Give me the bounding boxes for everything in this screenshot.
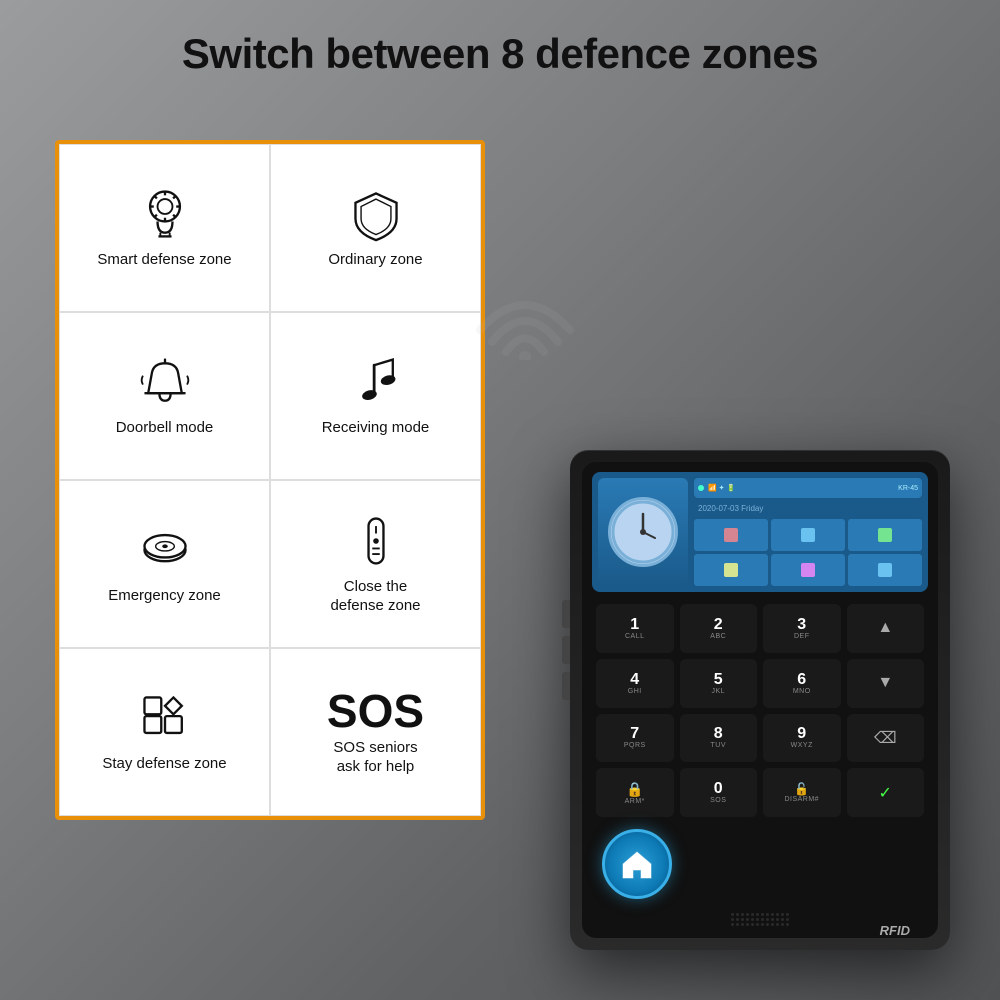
page-title-area: Switch between 8 defence zones (0, 30, 1000, 78)
key-back[interactable]: ⌫ (847, 714, 925, 763)
stay-defense-label: Stay defense zone (102, 754, 226, 774)
key-7[interactable]: 7PQRS (596, 714, 674, 763)
cell-ordinary-zone: Ordinary zone (270, 144, 481, 312)
emergency-zone-label: Emergency zone (108, 586, 221, 606)
speaker-grille: // Generate speaker dots inline - handle… (731, 913, 789, 926)
home-icon (619, 846, 655, 882)
screen-app-buttons (694, 519, 922, 586)
ordinary-zone-label: Ordinary zone (328, 250, 422, 270)
keypad: 1CALL 2ABC 3DEF ▲ 4GHI 5JKL 6MNO ▼ (592, 600, 928, 821)
device-screen: 📶 ✦ 🔋 KR-45 2020-07-03 Friday (592, 472, 928, 592)
screen-btn-6[interactable] (848, 554, 922, 586)
clock-display (598, 478, 688, 586)
smoke-detector-icon (137, 522, 193, 578)
key-1[interactable]: 1CALL (596, 604, 674, 653)
cell-stay-defense: Stay defense zone (59, 648, 270, 816)
remote-icon (348, 513, 404, 569)
cell-emergency-zone: Emergency zone (59, 480, 270, 648)
receiving-mode-label: Receiving mode (322, 418, 430, 438)
close-defense-label: Close thedefense zone (330, 577, 420, 616)
screen-btn-3[interactable] (848, 519, 922, 551)
bell-icon (137, 354, 193, 410)
side-button-1[interactable] (562, 600, 570, 628)
cell-receiving-mode: Receiving mode (270, 312, 481, 480)
side-buttons (562, 600, 570, 700)
key-4[interactable]: 4GHI (596, 659, 674, 708)
info-card: Smart defense zone Ordinary zone Doorbel… (55, 140, 485, 820)
rfid-label: RFID (880, 923, 910, 938)
screen-btn-4[interactable] (694, 554, 768, 586)
side-button-2[interactable] (562, 636, 570, 664)
key-2[interactable]: 2ABC (680, 604, 758, 653)
key-down[interactable]: ▼ (847, 659, 925, 708)
screen-date: 2020-07-03 Friday (694, 502, 922, 515)
key-8[interactable]: 8TUV (680, 714, 758, 763)
alarm-panel: 📶 ✦ 🔋 KR-45 2020-07-03 Friday 1CALL (570, 450, 950, 950)
smart-defense-label: Smart defense zone (97, 250, 231, 270)
music-note-icon (348, 354, 404, 410)
key-0[interactable]: 0SOS (680, 768, 758, 817)
screen-btn-1[interactable] (694, 519, 768, 551)
key-5[interactable]: 5JKL (680, 659, 758, 708)
panel-inner: 📶 ✦ 🔋 KR-45 2020-07-03 Friday 1CALL (582, 462, 938, 938)
screen-right: 📶 ✦ 🔋 KR-45 2020-07-03 Friday (694, 478, 922, 586)
cell-sos-seniors: SOS SOS seniorsask for help (270, 648, 481, 816)
key-arm[interactable]: 🔒 ARM* (596, 768, 674, 817)
screen-status-bar: 📶 ✦ 🔋 KR-45 (694, 478, 922, 498)
screen-btn-5[interactable] (771, 554, 845, 586)
device-id: KR-45 (898, 485, 918, 492)
cell-smart-defense: Smart defense zone (59, 144, 270, 312)
apps-icon (137, 690, 193, 746)
page-title: Switch between 8 defence zones (0, 30, 1000, 78)
cell-close-defense: Close thedefense zone (270, 480, 481, 648)
cell-doorbell-mode: Doorbell mode (59, 312, 270, 480)
sos-text: SOS (327, 688, 424, 734)
sos-label: SOS seniorsask for help (333, 738, 417, 777)
home-button[interactable] (602, 829, 672, 899)
wifi-wall-icon (470, 270, 580, 365)
key-6[interactable]: 6MNO (763, 659, 841, 708)
home-button-row (592, 829, 928, 903)
doorbell-mode-label: Doorbell mode (116, 418, 214, 438)
key-up[interactable]: ▲ (847, 604, 925, 653)
status-indicator (698, 485, 704, 491)
screen-btn-2[interactable] (771, 519, 845, 551)
brain-gear-icon (137, 186, 193, 242)
key-3[interactable]: 3DEF (763, 604, 841, 653)
clock-face (608, 497, 678, 567)
key-confirm[interactable]: ✓ (847, 768, 925, 817)
key-disarm[interactable]: 🔓 DISARM# (763, 768, 841, 817)
side-button-3[interactable] (562, 672, 570, 700)
shield-icon (348, 186, 404, 242)
key-9[interactable]: 9WXYZ (763, 714, 841, 763)
